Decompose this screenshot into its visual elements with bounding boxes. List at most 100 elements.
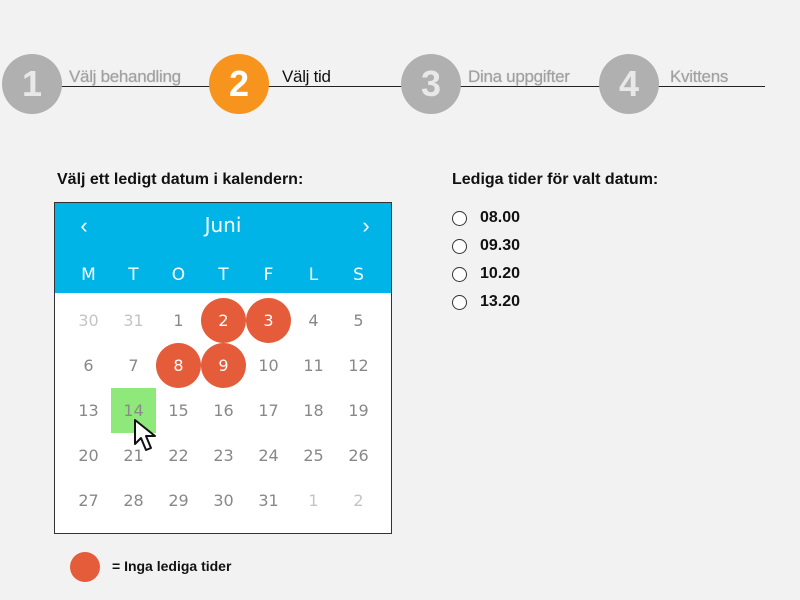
step-3-label: Dina uppgifter [468, 67, 570, 86]
calendar-day[interactable]: 6 [66, 343, 111, 388]
calendar-day[interactable]: 11 [291, 343, 336, 388]
day-number: 21 [123, 446, 144, 465]
day-number: 7 [128, 356, 139, 375]
day-number: 1 [173, 311, 184, 330]
day-number: 4 [308, 311, 319, 330]
day-number: 2 [218, 311, 229, 330]
calendar-day[interactable]: 23 [201, 433, 246, 478]
step-1-label: Välj behandling [69, 67, 181, 86]
step-2-label: Välj tid [282, 67, 331, 86]
day-number: 5 [353, 311, 364, 330]
legend-text: = Inga lediga tider [112, 558, 232, 574]
step-1-circle: 1 [2, 54, 62, 114]
calendar-heading: Välj ett ledigt datum i kalendern: [57, 171, 304, 188]
calendar-day[interactable]: 20 [66, 433, 111, 478]
day-number: 18 [303, 401, 324, 420]
day-number: 11 [303, 356, 324, 375]
calendar-day-other-month: 1 [291, 478, 336, 523]
day-number: 24 [258, 446, 279, 465]
no-availability-legend-dot [70, 552, 100, 582]
time-option-label: 13.20 [480, 293, 521, 310]
day-number: 1 [308, 491, 319, 510]
weekday-label: S [353, 265, 364, 285]
day-number: 16 [213, 401, 234, 420]
calendar-day[interactable]: 29 [156, 478, 201, 523]
day-number: 29 [168, 491, 189, 510]
day-number: 10 [258, 356, 279, 375]
time-radio-button[interactable] [452, 239, 467, 254]
day-number: 25 [303, 446, 324, 465]
day-number: 31 [123, 311, 144, 330]
day-number: 3 [263, 311, 274, 330]
calendar-day[interactable]: 30 [201, 478, 246, 523]
calendar-day[interactable]: 24 [246, 433, 291, 478]
step-1-number: 1 [21, 63, 43, 104]
day-number: 9 [218, 356, 229, 375]
calendar-day[interactable]: 27 [66, 478, 111, 523]
day-number: 23 [213, 446, 234, 465]
day-number: 2 [353, 491, 364, 510]
weekday-label: T [218, 265, 229, 285]
calendar-day-other-month: 31 [111, 298, 156, 343]
calendar-day[interactable]: 17 [246, 388, 291, 433]
times-heading: Lediga tider för valt datum: [452, 171, 659, 188]
day-number: 30 [213, 491, 234, 510]
day-number: 15 [168, 401, 189, 420]
day-number: 28 [123, 491, 144, 510]
weekday-label: O [171, 265, 186, 285]
time-option-label: 10.20 [480, 265, 521, 282]
step-2-number: 2 [228, 63, 250, 104]
day-number: 31 [258, 491, 279, 510]
weekday-label: M [81, 265, 96, 285]
calendar-day[interactable]: 26 [336, 433, 381, 478]
calendar-month-title: Juni [204, 213, 242, 237]
calendar-header: ‹ Juni › MTOTFLS [55, 203, 391, 293]
time-radio-button[interactable] [452, 295, 467, 310]
day-number: 17 [258, 401, 279, 420]
calendar-day-unavailable: 9 [201, 343, 246, 388]
calendar-day[interactable]: 22 [156, 433, 201, 478]
day-number: 8 [173, 356, 184, 375]
calendar-day-unavailable: 2 [201, 298, 246, 343]
weekday-label: L [308, 265, 319, 285]
day-number: 27 [78, 491, 99, 510]
calendar-day[interactable]: 7 [111, 343, 156, 388]
calendar-day[interactable]: 5 [336, 298, 381, 343]
time-radio-button[interactable] [452, 267, 467, 282]
calendar-day[interactable]: 31 [246, 478, 291, 523]
calendar: ‹ Juni › MTOTFLS 30 31 1 2 3 4 5 6 7 8 9 10 11 12 13 14… [54, 202, 392, 534]
calendar-day[interactable]: 19 [336, 388, 381, 433]
calendar-day[interactable]: 25 [291, 433, 336, 478]
calendar-day-other-month: 30 [66, 298, 111, 343]
step-4-number: 4 [618, 63, 640, 104]
day-number: 13 [78, 401, 99, 420]
chevron-right-icon[interactable]: › [351, 211, 381, 241]
calendar-day-unavailable: 8 [156, 343, 201, 388]
calendar-day[interactable]: 1 [156, 298, 201, 343]
time-radio-button[interactable] [452, 211, 467, 226]
calendar-day[interactable]: 13 [66, 388, 111, 433]
step-3-number: 3 [420, 63, 442, 104]
time-option-label: 08.00 [480, 209, 521, 226]
step-4-label: Kvittens [670, 67, 729, 86]
day-number: 19 [348, 401, 369, 420]
calendar-day[interactable]: 10 [246, 343, 291, 388]
weekday-label: F [263, 265, 274, 285]
day-number: 26 [348, 446, 369, 465]
calendar-day-unavailable: 3 [246, 298, 291, 343]
day-number: 12 [348, 356, 369, 375]
calendar-day[interactable]: 15 [156, 388, 201, 433]
calendar-day[interactable]: 18 [291, 388, 336, 433]
calendar-day[interactable]: 4 [291, 298, 336, 343]
day-number: 20 [78, 446, 99, 465]
calendar-day-other-month: 2 [336, 478, 381, 523]
step-3-circle: 3 [401, 54, 461, 114]
day-number: 6 [83, 356, 94, 375]
step-4-circle: 4 [599, 54, 659, 114]
calendar-day[interactable]: 28 [111, 478, 156, 523]
calendar-day[interactable]: 12 [336, 343, 381, 388]
day-number: 22 [168, 446, 189, 465]
day-number: 14 [123, 401, 144, 420]
weekday-label: T [128, 265, 139, 285]
calendar-day[interactable]: 16 [201, 388, 246, 433]
